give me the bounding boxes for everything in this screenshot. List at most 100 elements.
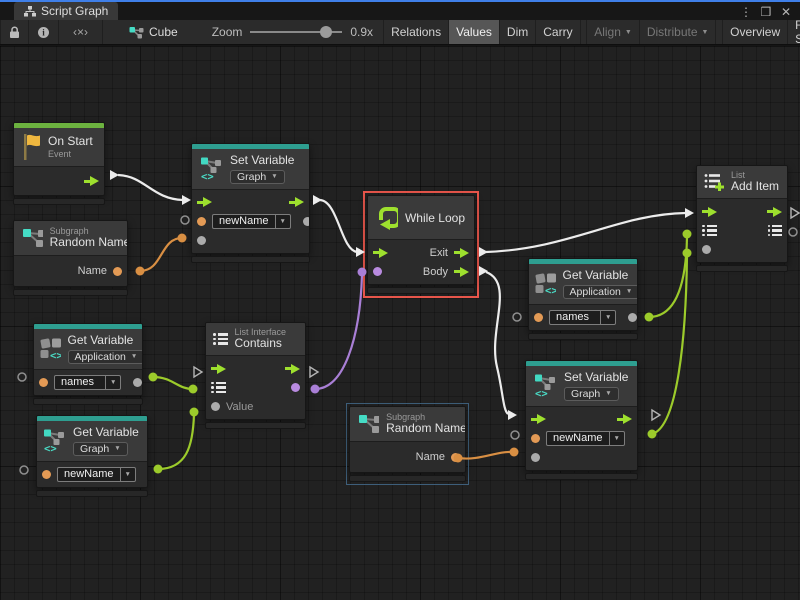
overview-button[interactable]: Overview [722, 20, 787, 44]
result-out-port[interactable] [291, 383, 300, 392]
node-set-variable-2[interactable]: <> Set Variable Graph ▼ newName ▼ [525, 360, 638, 480]
dim-button[interactable]: Dim [499, 20, 535, 44]
variable-name-port[interactable] [531, 434, 540, 443]
variable-name-dropdown[interactable]: newName ▼ [57, 467, 136, 482]
body-out-port[interactable] [454, 267, 469, 277]
node-title: Add Item [731, 180, 779, 194]
item-in-port[interactable] [702, 245, 711, 254]
value-in-port[interactable] [211, 402, 220, 411]
node-footer [13, 198, 105, 205]
value-out-port[interactable] [637, 434, 638, 443]
name-out-port[interactable] [113, 267, 122, 276]
graph-reference[interactable]: Cube [129, 20, 178, 44]
variable-name-dropdown[interactable]: newName ▼ [212, 214, 291, 229]
value-in-port[interactable] [531, 453, 540, 462]
node-title: Random Name [50, 236, 119, 250]
tab-title: Script Graph [41, 4, 108, 18]
node-while-loop[interactable]: While Loop Exit Body [367, 195, 475, 294]
variable-name-port[interactable] [534, 313, 543, 322]
chevron-down-icon: ▼ [600, 311, 615, 324]
condition-in-port[interactable] [373, 267, 382, 276]
node-title: Get Variable [73, 426, 139, 440]
node-get-variable-graph-1[interactable]: <> Get Variable Graph ▼ newName ▼ [36, 415, 148, 497]
variable-name-dropdown[interactable]: names ▼ [549, 310, 616, 325]
node-add-item[interactable]: List Add Item [696, 165, 788, 272]
subgraph-icon [358, 413, 379, 435]
node-contains[interactable]: List Interface Contains Value [205, 322, 306, 429]
values-button[interactable]: Values [448, 20, 499, 44]
value-out-port[interactable] [628, 313, 637, 322]
list-in-port[interactable] [211, 382, 226, 394]
flow-out-port[interactable] [767, 207, 782, 217]
fullscreen-button[interactable]: Full Screen [787, 20, 800, 44]
set-variable-icon: <> [200, 157, 223, 181]
zoom-value: 0.9x [350, 25, 373, 39]
value-out-port[interactable] [303, 217, 310, 226]
port-label-body: Body [423, 266, 448, 278]
flow-out-port[interactable] [84, 176, 99, 186]
variable-scope-dropdown[interactable]: Graph ▼ [73, 442, 128, 456]
selection-outline-blue: Subgraph Random Name Name [346, 403, 469, 485]
node-subgraph-random-name-2[interactable]: Subgraph Random Name Name [349, 406, 466, 482]
variable-name-port[interactable] [42, 470, 51, 479]
carry-button[interactable]: Carry [535, 20, 580, 44]
node-get-variable-application-2[interactable]: <> Get Variable Application ▼ names ▼ [528, 258, 638, 340]
flow-in-port[interactable] [211, 364, 226, 374]
svg-text:<>: <> [44, 443, 57, 453]
zoom-slider-handle[interactable] [320, 26, 332, 38]
lock-icon [9, 26, 20, 39]
node-on-start[interactable]: On Start Event [13, 122, 105, 205]
node-title: While Loop [405, 211, 465, 225]
flow-in-port[interactable] [197, 197, 212, 207]
node-set-variable-1[interactable]: <> Set Variable Graph ▼ newName ▼ [191, 143, 310, 263]
distribute-button: Distribute▼ [639, 20, 717, 44]
variable-scope-dropdown[interactable]: Graph ▼ [564, 387, 619, 401]
variable-name-port[interactable] [39, 378, 48, 387]
relations-button[interactable]: Relations [383, 20, 448, 44]
node-footer [367, 287, 475, 294]
flow-in-port[interactable] [702, 207, 717, 217]
chevron-down-icon: ▼ [131, 353, 137, 360]
flow-in-port[interactable] [531, 414, 546, 424]
lock-button[interactable] [0, 20, 29, 44]
graph-node-icon [129, 26, 144, 39]
graph-tab-icon [24, 6, 36, 17]
variable-scope-dropdown[interactable]: Application ▼ [563, 285, 638, 299]
flow-out-port[interactable] [617, 414, 632, 424]
get-variable-icon: <> [40, 337, 61, 361]
list-in-port[interactable] [702, 225, 717, 237]
info-button[interactable]: i [29, 20, 59, 44]
tab-script-graph[interactable]: Script Graph [14, 2, 118, 20]
node-footer [349, 475, 466, 482]
variable-scope-dropdown[interactable]: Application ▼ [68, 350, 143, 364]
node-title: Get Variable [563, 269, 631, 283]
chevron-down-icon: ▼ [702, 29, 709, 36]
chevron-down-icon: ▼ [626, 288, 632, 295]
node-subgraph-random-name-1[interactable]: Subgraph Random Name Name [13, 220, 128, 296]
flow-in-port[interactable] [373, 248, 388, 258]
value-out-port[interactable] [133, 378, 142, 387]
svg-text:<>: <> [201, 171, 214, 181]
variable-name-dropdown[interactable]: newName ▼ [546, 431, 625, 446]
variable-name-dropdown[interactable]: names ▼ [54, 375, 121, 390]
node-title: Set Variable [230, 154, 294, 168]
svg-text:<>: <> [535, 388, 548, 398]
name-out-port[interactable] [451, 453, 460, 462]
variable-name-port[interactable] [197, 217, 206, 226]
list-icon [213, 333, 228, 345]
value-in-port[interactable] [197, 236, 206, 245]
variable-scope-dropdown[interactable]: Graph ▼ [230, 170, 285, 184]
maximize-icon[interactable]: ❒ [758, 5, 774, 19]
flow-out-port[interactable] [289, 197, 304, 207]
node-footer [528, 333, 638, 340]
window-menu-icon[interactable]: ⋮ [738, 5, 754, 19]
chevron-down-icon: ▼ [105, 376, 120, 389]
node-get-variable-application-1[interactable]: <> Get Variable Application ▼ names ▼ [33, 323, 143, 405]
flow-out-port[interactable] [285, 364, 300, 374]
graph-name: Cube [149, 25, 178, 39]
code-toggle-button[interactable]: ‹×› [59, 20, 103, 44]
close-icon[interactable]: ✕ [778, 5, 794, 19]
list-out-port[interactable] [768, 225, 783, 237]
zoom-slider[interactable] [250, 26, 342, 38]
exit-out-port[interactable] [454, 248, 469, 258]
